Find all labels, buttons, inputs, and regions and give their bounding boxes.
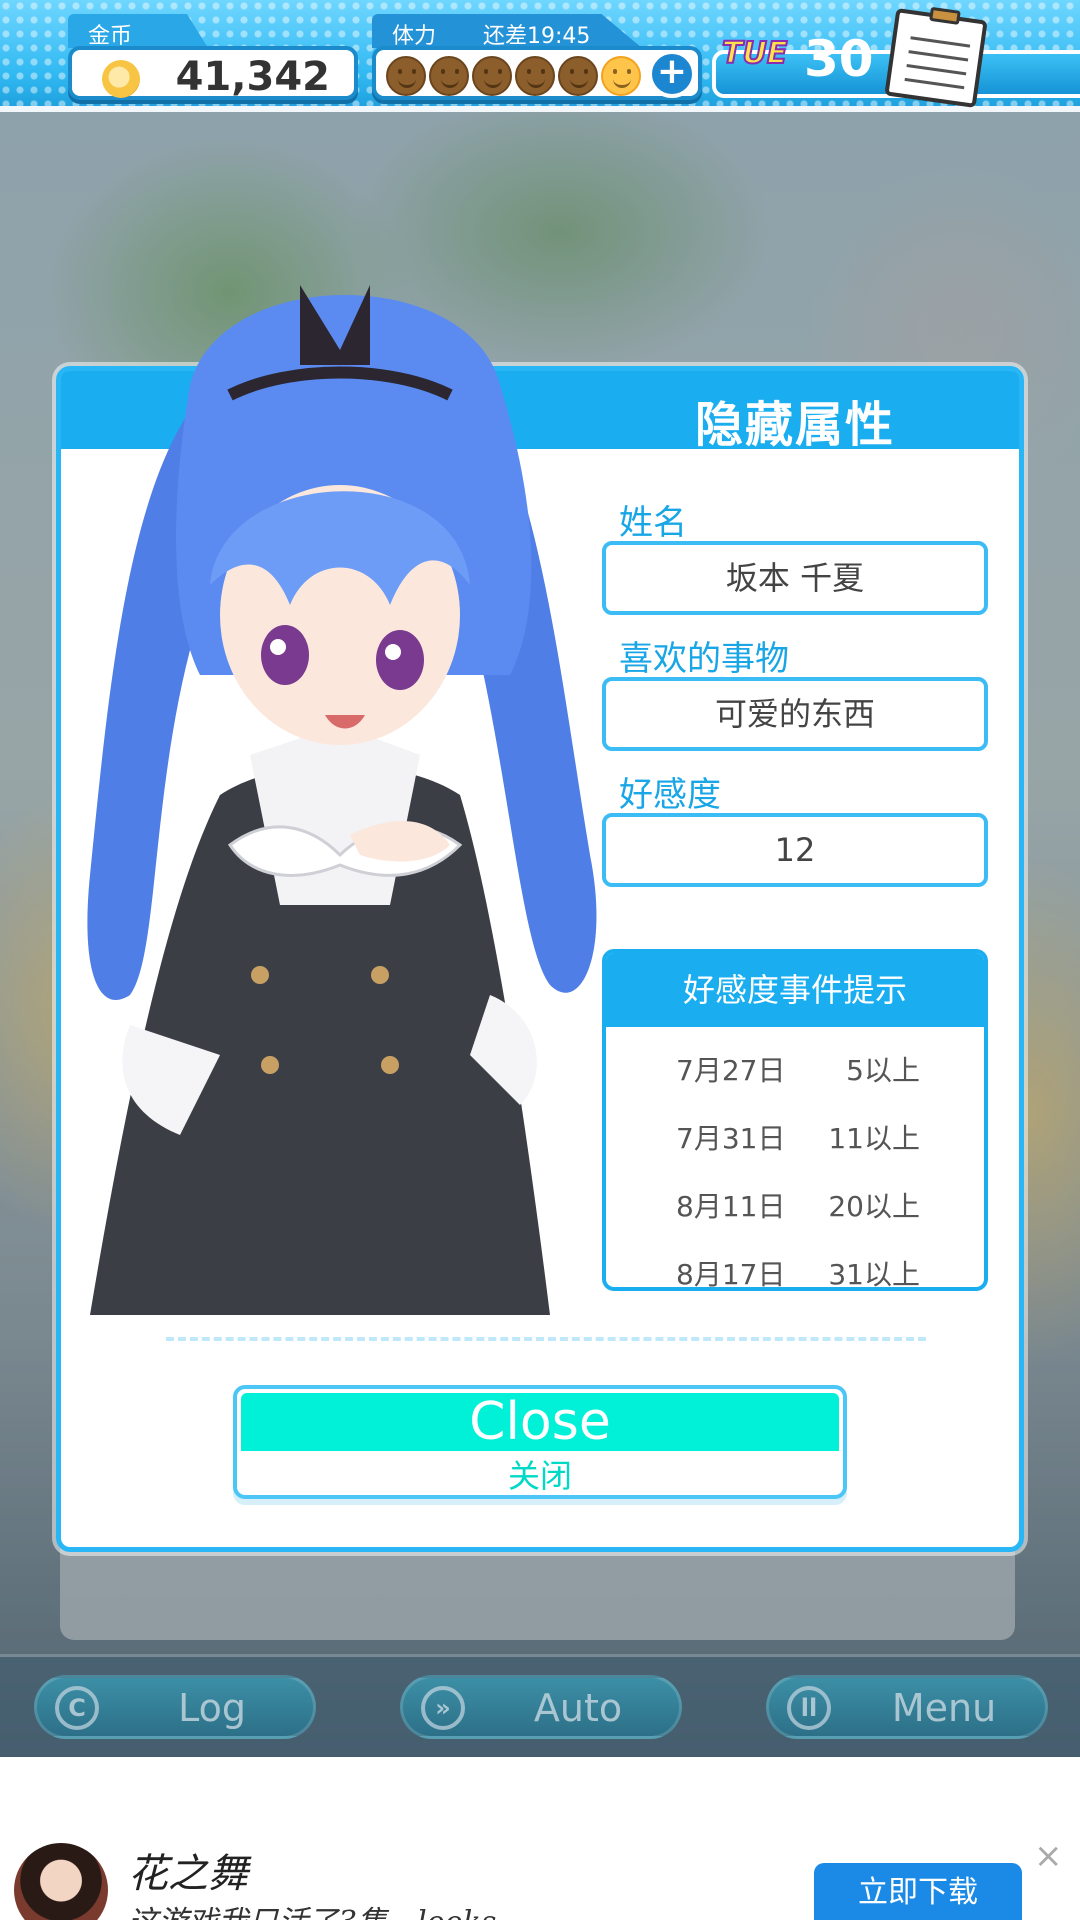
- ad-close-icon[interactable]: ×: [1034, 1839, 1063, 1873]
- stamina-face-icon: [386, 56, 426, 96]
- events-panel-title: 好感度事件提示: [606, 953, 984, 1027]
- likes-field: 可爱的东西: [602, 677, 988, 751]
- auto-label: Auto: [533, 1686, 623, 1730]
- affection-label: 好感度: [619, 775, 721, 815]
- coin-label: 金币: [68, 14, 208, 48]
- stamina-face-icon: [601, 56, 641, 96]
- stamina-header: 体力 还差19:45: [372, 14, 642, 48]
- ad-title: 花之舞: [128, 1851, 248, 1897]
- fast-forward-icon: »: [421, 1686, 465, 1730]
- menu-label: Menu: [891, 1686, 997, 1730]
- event-threshold: 20以上: [828, 1190, 920, 1223]
- ad-avatar: [14, 1843, 108, 1920]
- plus-icon: +: [656, 51, 688, 92]
- dashed-divider: [166, 1337, 926, 1341]
- affection-events-panel: 好感度事件提示 7月27日 5以上 7月31日 11以上 8月11日 20以上 …: [602, 949, 988, 1291]
- stamina-face-icon: [558, 56, 598, 96]
- ad-banner[interactable]: 花之舞 这游戏我只活了3集，looks... 立即下载 ×: [0, 1757, 1080, 1920]
- notebook-icon[interactable]: [884, 6, 988, 108]
- top-status-bar: 金币 41,342 体力 还差19:45 + TUE 30: [0, 0, 1080, 112]
- bottom-navigation: C Log » Auto ll Menu: [0, 1654, 1080, 1758]
- log-button[interactable]: C Log: [34, 1675, 316, 1739]
- dialog-title: 隐藏属性: [695, 397, 896, 453]
- coin-value: 41,342: [175, 54, 330, 100]
- ad-description: 这游戏我只活了3集，looks...: [128, 1897, 808, 1920]
- menu-button[interactable]: ll Menu: [766, 1675, 1048, 1739]
- log-label: Log: [178, 1686, 246, 1730]
- event-threshold: 31以上: [828, 1258, 920, 1291]
- stamina-face-icon: [472, 56, 512, 96]
- event-date: 8月11日: [676, 1190, 786, 1223]
- event-date: 7月27日: [676, 1054, 786, 1087]
- close-label-zh: 关闭: [507, 1457, 572, 1495]
- log-icon: C: [55, 1686, 99, 1730]
- ad-download-button[interactable]: 立即下载: [814, 1863, 1022, 1920]
- day-of-week: TUE: [721, 35, 788, 72]
- affection-field: 12: [602, 813, 988, 887]
- name-field: 坂本 千夏: [602, 541, 988, 615]
- event-threshold: 5以上: [846, 1054, 920, 1087]
- close-label-en: Close: [469, 1392, 611, 1452]
- coin-icon: [102, 60, 140, 98]
- stamina-face-icon: [515, 56, 555, 96]
- stamina-face-icon: [429, 56, 469, 96]
- event-date: 7月31日: [676, 1122, 786, 1155]
- pause-icon: ll: [787, 1686, 831, 1730]
- close-button[interactable]: Close 关闭: [233, 1385, 847, 1499]
- day-number: 30: [804, 30, 874, 88]
- dialog-shadow: [60, 1540, 1015, 1640]
- event-threshold: 11以上: [828, 1122, 920, 1155]
- coin-counter: 41,342: [68, 46, 358, 100]
- character-illustration: [87, 285, 597, 1315]
- auto-button[interactable]: » Auto: [400, 1675, 682, 1739]
- likes-label: 喜欢的事物: [619, 639, 789, 679]
- add-stamina-button[interactable]: +: [648, 50, 696, 98]
- event-date: 8月17日: [676, 1258, 786, 1291]
